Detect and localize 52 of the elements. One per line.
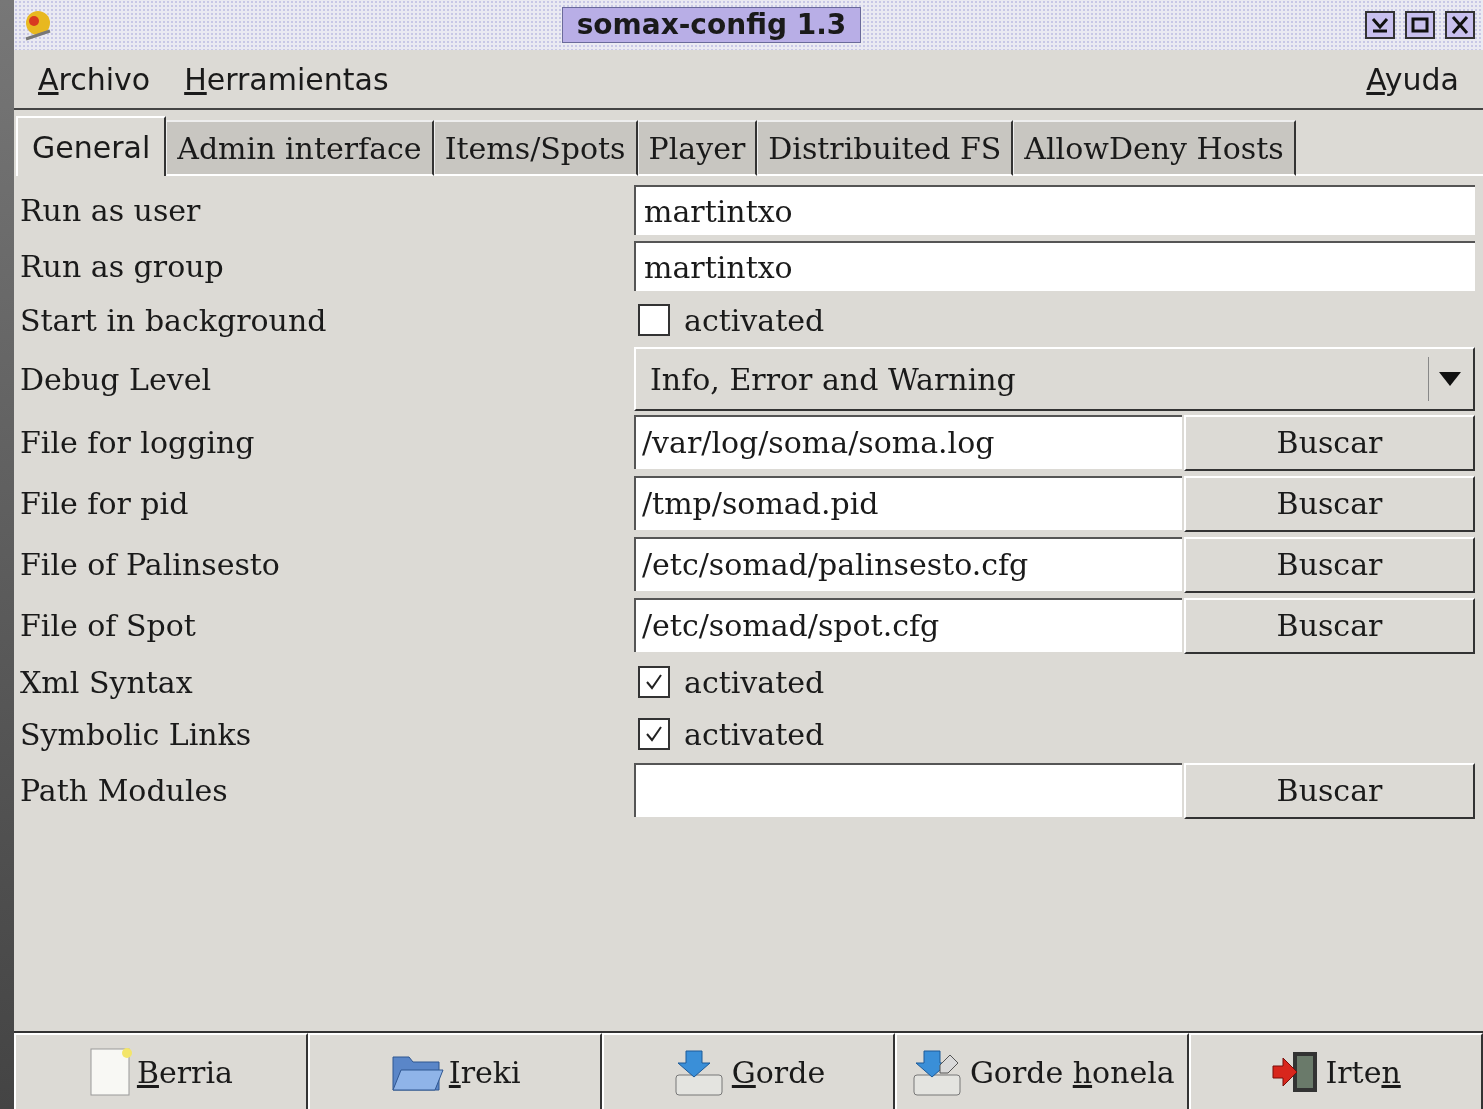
field-label: Start in background [19, 301, 328, 340]
tab[interactable]: Player [637, 120, 758, 176]
browse-button[interactable]: Buscar [1184, 762, 1475, 819]
field-label: File for logging [19, 424, 256, 462]
field-label: Debug Level [19, 360, 213, 399]
toolbar-button[interactable]: Gorde honela [895, 1033, 1190, 1109]
menu-item[interactable]: Ayuda [1366, 56, 1459, 102]
field-label: Run as group [19, 247, 225, 286]
text-field[interactable]: martintxo [634, 185, 1475, 235]
window-title: somax-config 1.3 [561, 7, 862, 43]
field-label: Run as user [19, 191, 202, 230]
browse-button[interactable]: Buscar [1184, 475, 1475, 532]
toolbar-button[interactable]: Irten [1189, 1033, 1483, 1109]
tab[interactable]: Distribuited FS [757, 120, 1014, 176]
browse-button[interactable]: Buscar [1184, 536, 1475, 593]
toolbar-button[interactable]: Berria [14, 1033, 308, 1109]
checkbox-label: activated [684, 663, 825, 702]
path-field[interactable]: /tmp/somad.pid [634, 475, 1182, 530]
blank-page-icon [88, 1047, 133, 1097]
toolbar-button[interactable]: Ireki [307, 1033, 602, 1109]
check-icon [644, 672, 664, 692]
tab[interactable]: Admin interface [166, 120, 434, 176]
toolbar-button[interactable]: Gorde [601, 1033, 896, 1109]
path-field[interactable]: /etc/somad/palinsesto.cfg [634, 536, 1182, 591]
path-field[interactable]: /var/log/soma/soma.log [634, 414, 1182, 469]
path-field[interactable]: /etc/somad/spot.cfg [634, 597, 1182, 652]
minimize-icon[interactable] [1365, 11, 1395, 39]
menu-item[interactable]: Herramientas [184, 56, 389, 102]
browse-button[interactable]: Buscar [1184, 414, 1475, 471]
maximize-icon[interactable] [1405, 11, 1435, 39]
field-label: Xml Syntax [19, 663, 194, 702]
check-icon [644, 724, 664, 744]
text-field[interactable]: martintxo [634, 241, 1475, 291]
checkbox-label: activated [684, 715, 825, 754]
tab[interactable]: Items/Spots [433, 120, 638, 176]
checkbox[interactable] [638, 304, 670, 336]
menu-item[interactable]: Archivo [38, 56, 151, 102]
dropdown[interactable]: Info, Error and Warning [634, 347, 1475, 411]
close-icon[interactable] [1445, 11, 1475, 39]
path-field[interactable] [634, 762, 1182, 817]
browse-button[interactable]: Buscar [1184, 597, 1475, 654]
caret-icon [1439, 372, 1461, 386]
field-label: File for pid [19, 485, 190, 523]
field-label: Path Modules [19, 772, 229, 810]
tab[interactable]: AllowDeny Hosts [1013, 120, 1296, 176]
tab[interactable]: General [16, 116, 167, 176]
checkbox[interactable] [638, 718, 670, 750]
checkbox-label: activated [684, 301, 825, 340]
field-label: Symbolic Links [19, 715, 253, 754]
checkbox[interactable] [638, 666, 670, 698]
field-label: File of Palinsesto [19, 546, 281, 584]
field-label: File of Spot [19, 607, 197, 645]
